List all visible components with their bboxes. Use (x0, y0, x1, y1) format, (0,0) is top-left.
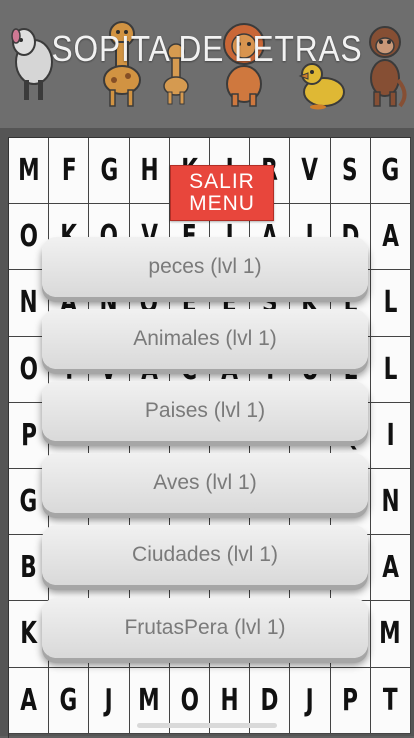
grid-letter: O (19, 351, 38, 387)
level-button-frutaspera[interactable]: FrutasPera (lvl 1) (42, 598, 368, 658)
level-button-aves[interactable]: Aves (lvl 1) (42, 453, 368, 513)
grid-letter: F (61, 153, 77, 189)
grid-letter: O (180, 682, 199, 718)
grid-cell[interactable]: V (290, 138, 331, 205)
grid-letter: A (382, 550, 399, 586)
grid-cell[interactable]: J (290, 667, 331, 734)
level-label: Ciudades (lvl 1) (132, 543, 278, 566)
grid-cell[interactable]: G (89, 138, 130, 205)
grid-letter: M (17, 153, 40, 189)
grid-cell[interactable]: A (9, 667, 50, 734)
grid-letter: V (301, 153, 319, 189)
exit-menu-button[interactable]: SALIR MENU (170, 165, 274, 221)
grid-cell[interactable]: I (370, 402, 411, 469)
grid-letter: M (379, 616, 402, 652)
grid-letter: J (104, 682, 114, 718)
grid-letter: A (382, 219, 399, 255)
grid-cell[interactable]: J (89, 667, 130, 734)
exit-button-line2: MENU (189, 192, 255, 215)
grid-letter: P (20, 417, 37, 453)
grid-letter: G (59, 682, 78, 718)
grid-cell[interactable]: S (330, 138, 371, 205)
grid-letter: G (381, 153, 400, 189)
grid-cell[interactable]: A (370, 204, 411, 271)
grid-letter: O (19, 219, 38, 255)
level-label: peces (lvl 1) (148, 255, 262, 278)
level-label: Paises (lvl 1) (144, 399, 266, 422)
level-button-animales[interactable]: Animales (lvl 1) (42, 309, 368, 369)
grid-letter: T (383, 682, 398, 718)
grid-cell[interactable]: G (49, 667, 90, 734)
grid-letter: P (342, 682, 359, 718)
grid-cell[interactable]: P (330, 667, 371, 734)
grid-cell[interactable]: G (370, 138, 411, 205)
exit-button-line1: SALIR (189, 170, 255, 193)
grid-letter: D (260, 682, 279, 718)
grid-letter: G (100, 153, 118, 189)
level-button-peces[interactable]: peces (lvl 1) (42, 237, 368, 297)
level-button-ciudades[interactable]: Ciudades (lvl 1) (42, 525, 368, 585)
grid-letter: K (20, 616, 37, 652)
home-indicator[interactable] (137, 723, 277, 728)
grid-letter: S (342, 153, 358, 189)
grid-cell[interactable]: M (9, 138, 50, 205)
grid-cell[interactable]: F (49, 138, 90, 205)
grid-letter: L (383, 285, 398, 321)
grid-letter: H (140, 153, 159, 189)
grid-letter: L (383, 351, 398, 387)
page-title: SOPITA DE LETRAS (51, 28, 363, 69)
grid-letter: A (20, 682, 37, 718)
level-label: Animales (lvl 1) (133, 327, 277, 350)
grid-letter: N (19, 285, 38, 321)
level-label: Aves (lvl 1) (153, 471, 257, 494)
grid-letter: B (20, 550, 37, 586)
header-banner: SOPITA DE LETRAS (0, 0, 414, 128)
grid-letter: M (138, 682, 160, 718)
level-button-paises[interactable]: Paises (lvl 1) (42, 381, 368, 441)
grid-letter: J (305, 682, 315, 718)
level-label: FrutasPera (lvl 1) (124, 616, 286, 639)
grid-cell[interactable]: T (370, 667, 411, 734)
grid-cell[interactable]: A (370, 535, 411, 602)
grid-cell[interactable]: M (370, 601, 411, 668)
grid-letter: N (381, 484, 400, 520)
grid-letter: I (386, 417, 395, 453)
grid-cell[interactable]: H (129, 138, 170, 205)
grid-letter: G (19, 484, 38, 520)
grid-cell[interactable]: N (370, 468, 411, 536)
grid-letter: H (220, 682, 239, 718)
grid-cell[interactable]: L (370, 336, 411, 403)
grid-cell[interactable]: L (370, 270, 411, 337)
